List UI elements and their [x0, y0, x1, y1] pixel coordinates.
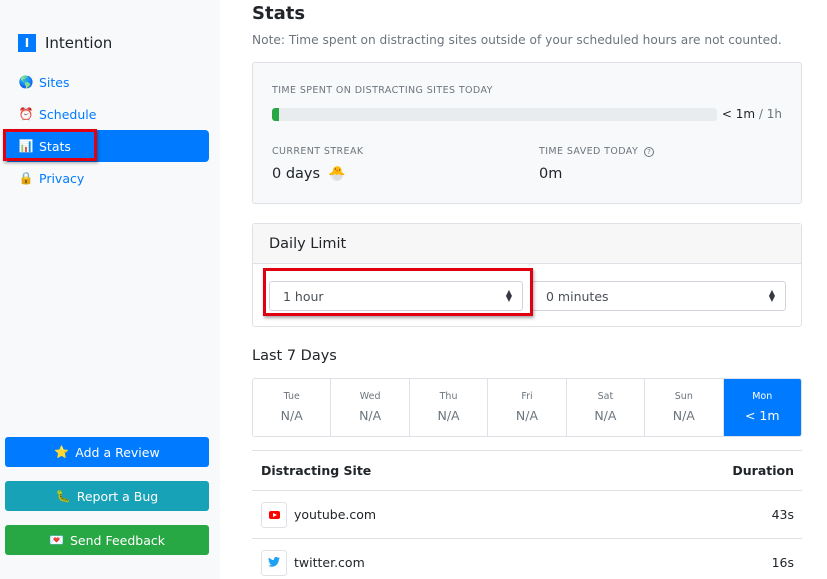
time-spent-progress-bar — [272, 108, 717, 121]
site-duration: 43s — [771, 507, 794, 522]
table-header: Distracting Site Duration — [252, 451, 802, 491]
daily-limit-title: Daily Limit — [253, 224, 801, 264]
add-review-label: Add a Review — [75, 444, 160, 460]
day-value: N/A — [280, 408, 303, 423]
site-duration: 16s — [771, 555, 794, 570]
table-row: youtube.com 43s — [252, 491, 802, 539]
column-header-site: Distracting Site — [261, 463, 372, 478]
minutes-select-value: 0 minutes — [546, 288, 609, 304]
sidebar-nav: 🌎 Sites ⏰ Schedule 📊 Stats 🔒 Privacy — [5, 66, 209, 194]
time-limit-value: 1h — [766, 107, 782, 121]
hatching-chick-icon: 🐣 — [328, 166, 346, 182]
star-icon: ⭐ — [54, 445, 70, 459]
day-tue[interactable]: Tue N/A — [253, 379, 332, 436]
favicon-box — [261, 549, 287, 576]
current-streak: 0 days 🐣 — [272, 166, 346, 182]
day-sun[interactable]: Sun N/A — [645, 379, 724, 436]
brand-name: Intention — [45, 34, 113, 52]
day-name: Mon — [752, 391, 773, 402]
day-mon[interactable]: Mon < 1m — [723, 379, 801, 436]
day-sat[interactable]: Sat N/A — [567, 379, 646, 436]
day-name: Sat — [597, 391, 614, 402]
today-stats-card: Time spent on distracting sites today < … — [252, 62, 802, 204]
bug-icon: 🐛 — [55, 489, 71, 503]
sidebar-item-label: Sites — [39, 74, 70, 90]
time-separator: / — [755, 107, 767, 121]
brand: I Intention — [18, 34, 112, 52]
favicon-box — [261, 501, 287, 528]
current-streak-label: Current Streak — [272, 146, 364, 157]
site-name: youtube.com — [294, 507, 377, 522]
day-name: Tue — [283, 391, 300, 402]
select-arrows-icon: ▲ ▼ — [768, 288, 775, 303]
sidebar-item-label: Stats — [39, 138, 71, 154]
column-header-duration: Duration — [732, 463, 794, 478]
time-spent-readout: < 1m / 1h — [722, 107, 782, 121]
distracting-sites-table: Distracting Site Duration youtube.com 43… — [252, 450, 802, 579]
current-streak-value: 0 days — [272, 166, 321, 182]
page-note: Note: Time spent on distracting sites ou… — [252, 33, 782, 47]
sidebar-item-stats[interactable]: 📊 Stats — [5, 130, 209, 162]
sidebar-item-privacy[interactable]: 🔒 Privacy — [5, 162, 209, 194]
day-value: N/A — [594, 408, 617, 423]
site-name: twitter.com — [294, 555, 365, 570]
day-value: N/A — [359, 408, 382, 423]
hours-select-value: 1 hour — [283, 288, 324, 304]
sidebar-item-schedule[interactable]: ⏰ Schedule — [5, 98, 209, 130]
brand-logo-icon: I — [18, 34, 36, 52]
day-name: Wed — [359, 391, 381, 402]
youtube-icon — [268, 510, 280, 519]
sidebar: I Intention 🌎 Sites ⏰ Schedule 📊 Stats 🔒… — [0, 0, 220, 579]
daily-limit-card: Daily Limit 1 hour ▲ ▼ 0 minutes ▲ ▼ — [252, 223, 802, 327]
minutes-select[interactable]: 0 minutes ▲ ▼ — [532, 281, 786, 311]
hours-select[interactable]: 1 hour ▲ ▼ — [269, 281, 523, 311]
alarm-clock-icon: ⏰ — [18, 107, 34, 121]
day-name: Thu — [439, 391, 458, 402]
send-feedback-button[interactable]: 💌 Send Feedback — [5, 525, 209, 555]
bar-chart-icon: 📊 — [18, 139, 34, 153]
sidebar-item-label: Privacy — [39, 170, 85, 186]
time-spent-progress-fill — [272, 108, 279, 121]
last-7-days-title: Last 7 Days — [252, 348, 337, 364]
day-value: N/A — [672, 408, 695, 423]
day-name: Fri — [521, 391, 533, 402]
day-fri[interactable]: Fri N/A — [488, 379, 567, 436]
day-value: N/A — [437, 408, 460, 423]
time-saved-label: Time Saved Today — [539, 146, 639, 157]
day-value: < 1m — [744, 408, 780, 423]
lock-icon: 🔒 — [18, 171, 34, 185]
day-wed[interactable]: Wed N/A — [331, 379, 410, 436]
day-name: Sun — [674, 391, 693, 402]
send-feedback-label: Send Feedback — [69, 532, 165, 548]
sidebar-item-label: Schedule — [39, 106, 97, 122]
page-title: Stats — [252, 3, 306, 24]
time-saved-label-wrap: Time Saved Today ? — [539, 146, 655, 157]
time-spent-value: < 1m — [721, 107, 756, 121]
add-review-button[interactable]: ⭐ Add a Review — [5, 437, 209, 467]
report-bug-button[interactable]: 🐛 Report a Bug — [5, 481, 209, 511]
site-cell: twitter.com — [261, 549, 365, 576]
help-icon[interactable]: ? — [644, 146, 655, 157]
love-letter-icon: 💌 — [49, 533, 64, 547]
table-row: twitter.com 16s — [252, 539, 802, 579]
site-cell: youtube.com — [261, 501, 377, 528]
day-thu[interactable]: Thu N/A — [410, 379, 489, 436]
time-spent-label: Time spent on distracting sites today — [272, 85, 493, 96]
globe-icon: 🌎 — [18, 75, 34, 89]
report-bug-label: Report a Bug — [76, 488, 159, 504]
last-7-days: Tue N/A Wed N/A Thu N/A Fri N/A Sat N/A Sun N/… — [252, 378, 802, 437]
sidebar-item-sites[interactable]: 🌎 Sites — [5, 66, 209, 98]
day-value: N/A — [515, 408, 539, 423]
select-arrows-icon: ▲ ▼ — [505, 288, 512, 303]
time-saved-value: 0m — [539, 166, 563, 182]
twitter-icon — [268, 556, 280, 569]
